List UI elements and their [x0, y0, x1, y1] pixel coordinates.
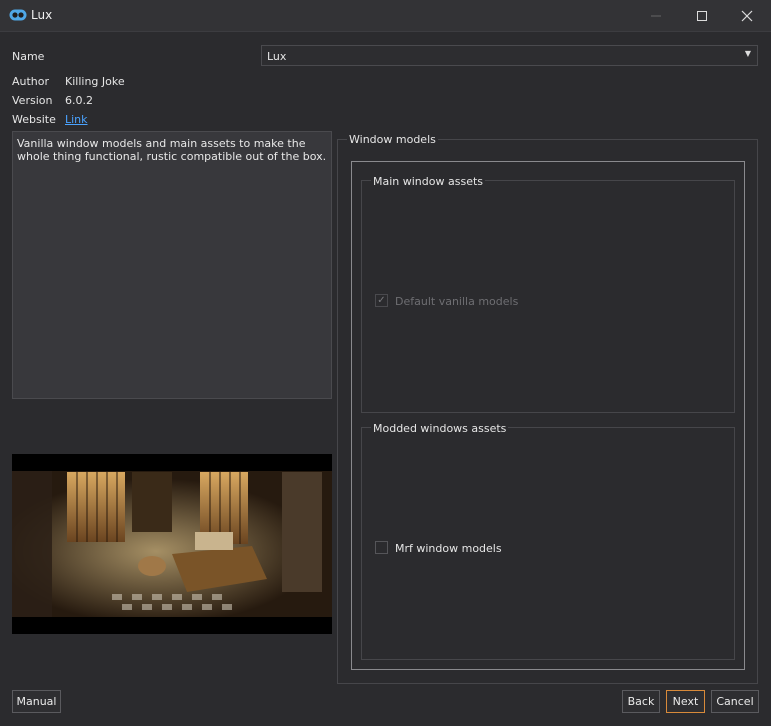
name-dropdown-value: Lux — [267, 50, 287, 63]
name-label: Name — [12, 50, 45, 63]
website-label: Website — [12, 113, 56, 126]
minimize-button[interactable] — [633, 0, 679, 31]
mrf-window-models-checkbox[interactable] — [375, 541, 388, 554]
version-value: 6.0.2 — [65, 94, 93, 107]
check-icon: ✓ — [377, 295, 386, 306]
modded-windows-assets-title: Modded windows assets — [371, 422, 509, 435]
preview-scene — [12, 471, 332, 617]
maximize-button[interactable] — [679, 0, 725, 31]
default-vanilla-models-label: Default vanilla models — [395, 295, 519, 308]
author-value: Killing Joke — [65, 75, 125, 88]
preview-image — [12, 454, 332, 634]
mrf-window-models-label: Mrf window models — [395, 542, 502, 555]
chevron-down-icon: ▼ — [744, 49, 751, 58]
version-label: Version — [12, 94, 53, 107]
default-vanilla-models-checkbox[interactable]: ✓ — [375, 294, 388, 307]
website-link[interactable]: Link — [65, 113, 88, 126]
window-models-title: Window models — [347, 133, 438, 146]
name-dropdown[interactable]: Lux ▼ — [261, 45, 758, 66]
next-button[interactable]: Next — [666, 690, 705, 713]
main-window-assets-title: Main window assets — [371, 175, 485, 188]
title-bar: Lux — [0, 0, 771, 32]
close-icon — [741, 10, 753, 21]
back-button[interactable]: Back — [622, 690, 660, 713]
cancel-button[interactable]: Cancel — [711, 690, 759, 713]
window-title: Lux — [31, 8, 53, 22]
description-box[interactable]: Vanilla window models and main assets to… — [12, 131, 332, 399]
maximize-icon — [697, 10, 707, 21]
manual-button[interactable]: Manual — [12, 690, 61, 713]
app-logo-icon — [9, 9, 27, 21]
author-label: Author — [12, 75, 50, 88]
minimize-icon — [651, 15, 661, 16]
close-button[interactable] — [724, 0, 770, 31]
